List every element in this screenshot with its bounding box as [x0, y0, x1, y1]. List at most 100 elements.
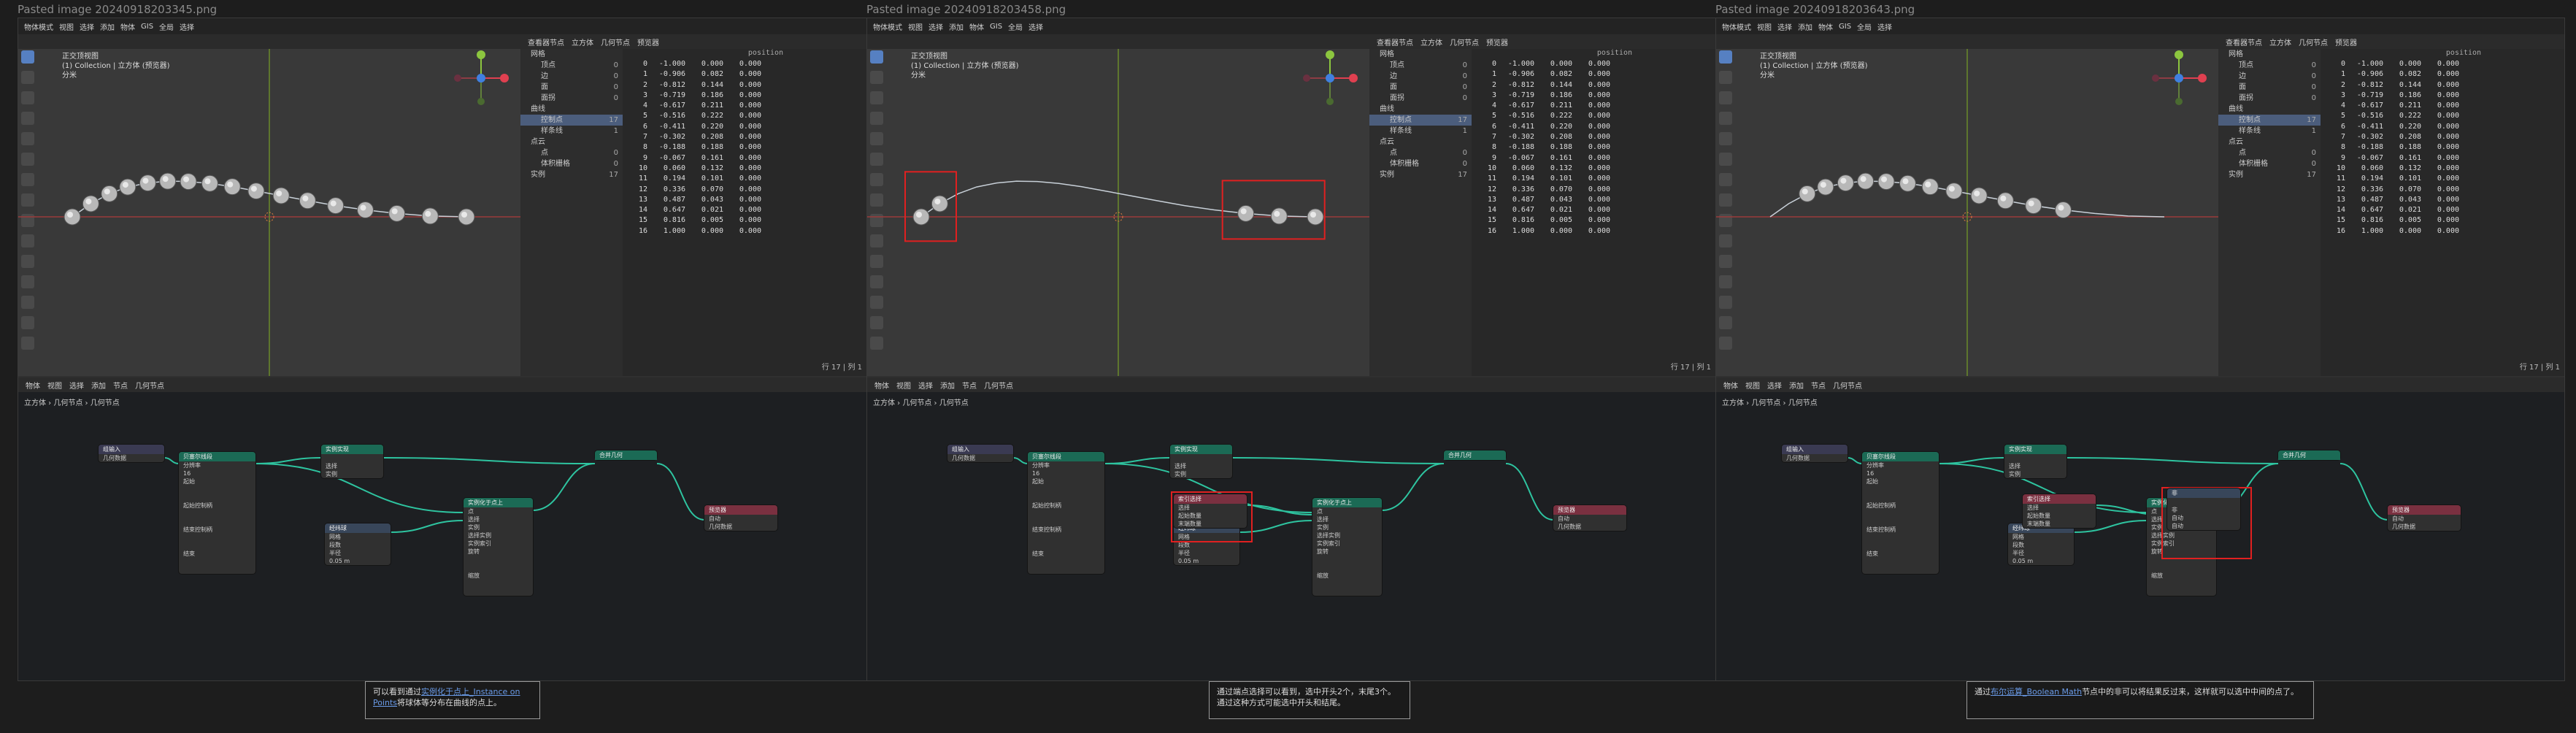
menu-3[interactable]: 物体	[120, 21, 135, 32]
tree-item[interactable]: 控制点 17	[2218, 115, 2321, 126]
3d-viewport[interactable]: 正交顶视图 (1) Collection | 立方体 (预览器) 分米	[867, 34, 1369, 376]
tree-item[interactable]: 点0	[1369, 147, 1472, 158]
realize-node[interactable]: 实例实现 选择 实例	[321, 445, 383, 478]
tree-item[interactable]: 面0	[1369, 82, 1472, 93]
tree-item[interactable]: 曲线	[520, 104, 623, 115]
3d-viewport[interactable]: 正交顶视图 (1) Collection | 立方体 (预览器) 分米	[1716, 34, 2218, 376]
menu-4[interactable]: GIS	[1839, 23, 1851, 31]
group-input-node[interactable]: 组输入 几何数据	[947, 445, 1013, 462]
select-menu[interactable]: 选择	[1877, 21, 1892, 32]
uv-sphere-node[interactable]: 经纬球 网格 段数 半径 0.05 m	[2008, 523, 2074, 565]
realize-node[interactable]: 实例实现 选择 实例	[2004, 445, 2066, 478]
tree-item[interactable]: 网格	[520, 49, 623, 60]
spreadsheet-editor[interactable]: 查看器节点 立方体 几何节点 预览器 网格 顶点 0 边 0 面 0 面拐 0 曲线 控制点 17 样条线 1 点…	[1369, 34, 1715, 376]
menu-1[interactable]: 选择	[1777, 21, 1792, 32]
tree-item[interactable]: 点云	[2218, 137, 2321, 147]
tree-item[interactable]: 面拐 0	[1369, 93, 1472, 104]
tree-item[interactable]: 点云	[520, 137, 623, 147]
node-editor[interactable]: 物体 视图 选择 添加 节点 几何节点 立方体 › 几何节点 › 几何节点 组输入 几何数据…	[1716, 377, 2564, 680]
tree-item[interactable]: 曲线	[1369, 104, 1472, 115]
tree-item[interactable]: 面拐 0	[520, 93, 623, 104]
3d-viewport[interactable]: 正交顶视图 (1) Collection | 立方体 (预览器) 分米	[18, 34, 520, 376]
group-input-node[interactable]: 组输入 几何数据	[1782, 445, 1848, 462]
ss-header-item[interactable]: 立方体	[2269, 37, 2291, 47]
uv-sphere-node[interactable]: 经纬球 网格 段数 半径 0.05 m	[325, 523, 391, 565]
instance-on-points-node[interactable]: 实例化于点上点选择实例选择实例实例索引旋转缩放	[464, 498, 533, 596]
tree-item[interactable]: 控制点 17	[1369, 115, 1472, 126]
ss-header-item[interactable]: 预览器	[637, 37, 659, 47]
viewer-node[interactable]: 预览器 自动 几何数据	[1553, 505, 1626, 531]
tree-item[interactable]: 控制点 17	[520, 115, 623, 126]
join-node[interactable]: 合并几何	[1444, 450, 1506, 460]
tree-item[interactable]: 顶点 0	[520, 60, 623, 71]
tree-item[interactable]: 样条线 1	[520, 126, 623, 137]
tree-item[interactable]: 样条线 1	[1369, 126, 1472, 137]
ss-header-item[interactable]: 查看器节点	[2226, 37, 2262, 47]
bezier-node[interactable]: 贝塞尔线段 分辨率 16 起始 起始控制柄 结束控制柄 结束	[1028, 452, 1104, 574]
ss-header-item[interactable]: 预览器	[2335, 37, 2357, 47]
tree-item[interactable]: 实例 17	[2218, 169, 2321, 180]
menu-4[interactable]: GIS	[141, 23, 153, 31]
ss-header-item[interactable]: 预览器	[1486, 37, 1508, 47]
caption-link[interactable]: 布尔运算_Boolean Math	[1991, 687, 2082, 696]
tree-item[interactable]: 体积栅格 0	[2218, 158, 2321, 169]
menu-1[interactable]: 选择	[928, 21, 943, 32]
tree-item[interactable]: 网格	[1369, 49, 1472, 60]
tree-item[interactable]: 边0	[520, 71, 623, 82]
tree-item[interactable]: 点0	[2218, 147, 2321, 158]
menu-2[interactable]: 添加	[1798, 21, 1812, 32]
tree-item[interactable]: 点云	[1369, 137, 1472, 147]
menu-2[interactable]: 添加	[100, 21, 115, 32]
bezier-node[interactable]: 贝塞尔线段 分辨率 16 起始 起始控制柄 结束控制柄 结束	[1862, 452, 1939, 574]
instance-on-points-node[interactable]: 实例化于点上点选择实例选择实例实例索引旋转缩放	[1312, 498, 1382, 596]
tree-item[interactable]: 体积栅格 0	[1369, 158, 1472, 169]
tree-item[interactable]: 曲线	[2218, 104, 2321, 115]
pivot-select[interactable]: 全局	[159, 21, 174, 32]
menu-4[interactable]: GIS	[990, 23, 1002, 31]
menu-1[interactable]: 选择	[80, 21, 94, 32]
menu-0[interactable]: 视图	[908, 21, 923, 32]
tree-item[interactable]: 边0	[2218, 71, 2321, 82]
tree-item[interactable]: 面0	[2218, 82, 2321, 93]
spreadsheet-editor[interactable]: 查看器节点 立方体 几何节点 预览器 网格 顶点 0 边 0 面 0 面拐 0 曲线 控制点 17 样条线 1 点…	[2218, 34, 2564, 376]
tree-item[interactable]: 实例 17	[1369, 169, 1472, 180]
mode-select[interactable]: 物体模式	[24, 21, 53, 32]
data-set-tree[interactable]: 网格 顶点 0 边 0 面 0 面拐 0 曲线 控制点 17 样条线 1 点云点 0 体积栅格 0 实例 17	[2218, 49, 2321, 376]
ss-header-item[interactable]: 查看器节点	[528, 37, 564, 47]
ss-header-item[interactable]: 查看器节点	[1377, 37, 1413, 47]
data-set-tree[interactable]: 网格 顶点 0 边 0 面 0 面拐 0 曲线 控制点 17 样条线 1 点云点 0 体积栅格 0 实例 17	[1369, 49, 1472, 376]
tree-item[interactable]: 样条线 1	[2218, 126, 2321, 137]
index-selection-node[interactable]: 索引选择 选择 起始数量 末端数量	[2023, 494, 2096, 528]
tree-item[interactable]: 网格	[2218, 49, 2321, 60]
tree-item[interactable]: 顶点 0	[1369, 60, 1472, 71]
tree-item[interactable]: 实例 17	[520, 169, 623, 180]
join-node[interactable]: 合并几何	[595, 450, 657, 460]
ss-header-item[interactable]: 几何节点	[601, 37, 630, 47]
ss-header-item[interactable]: 立方体	[1420, 37, 1442, 47]
menu-3[interactable]: 物体	[969, 21, 984, 32]
join-node[interactable]: 合并几何	[2278, 450, 2340, 460]
group-input-node[interactable]: 组输入 几何数据	[99, 445, 164, 462]
select-menu[interactable]: 选择	[180, 21, 194, 32]
tree-item[interactable]: 面0	[520, 82, 623, 93]
ss-header-item[interactable]: 几何节点	[1450, 37, 1479, 47]
node-editor[interactable]: 物体 视图 选择 添加 节点 几何节点 立方体 › 几何节点 › 几何节点 组输入 几何数据…	[18, 377, 866, 680]
bezier-node[interactable]: 贝塞尔线段 分辨率 16 起始 起始控制柄 结束控制柄 结束	[179, 452, 255, 574]
tree-item[interactable]: 顶点 0	[2218, 60, 2321, 71]
menu-0[interactable]: 视图	[1757, 21, 1772, 32]
tree-item[interactable]: 点0	[520, 147, 623, 158]
node-editor[interactable]: 物体 视图 选择 添加 节点 几何节点 立方体 › 几何节点 › 几何节点 组输入 几何数据…	[867, 377, 1715, 680]
spreadsheet-editor[interactable]: 查看器节点 立方体 几何节点 预览器 网格 顶点 0 边 0 面 0 面拐 0 曲线 控制点 17 样条线 1 点…	[520, 34, 866, 376]
menu-0[interactable]: 视图	[59, 21, 74, 32]
boolean-math-node[interactable]: 非非自动 自动	[2167, 488, 2240, 530]
pivot-select[interactable]: 全局	[1008, 21, 1023, 32]
tree-item[interactable]: 体积栅格 0	[520, 158, 623, 169]
ss-header-item[interactable]: 几何节点	[2299, 37, 2328, 47]
mode-select[interactable]: 物体模式	[873, 21, 902, 32]
viewer-node[interactable]: 预览器 自动 几何数据	[704, 505, 777, 531]
pivot-select[interactable]: 全局	[1857, 21, 1872, 32]
tree-item[interactable]: 边0	[1369, 71, 1472, 82]
menu-3[interactable]: 物体	[1818, 21, 1833, 32]
ss-header-item[interactable]: 立方体	[572, 37, 593, 47]
tree-item[interactable]: 面拐 0	[2218, 93, 2321, 104]
